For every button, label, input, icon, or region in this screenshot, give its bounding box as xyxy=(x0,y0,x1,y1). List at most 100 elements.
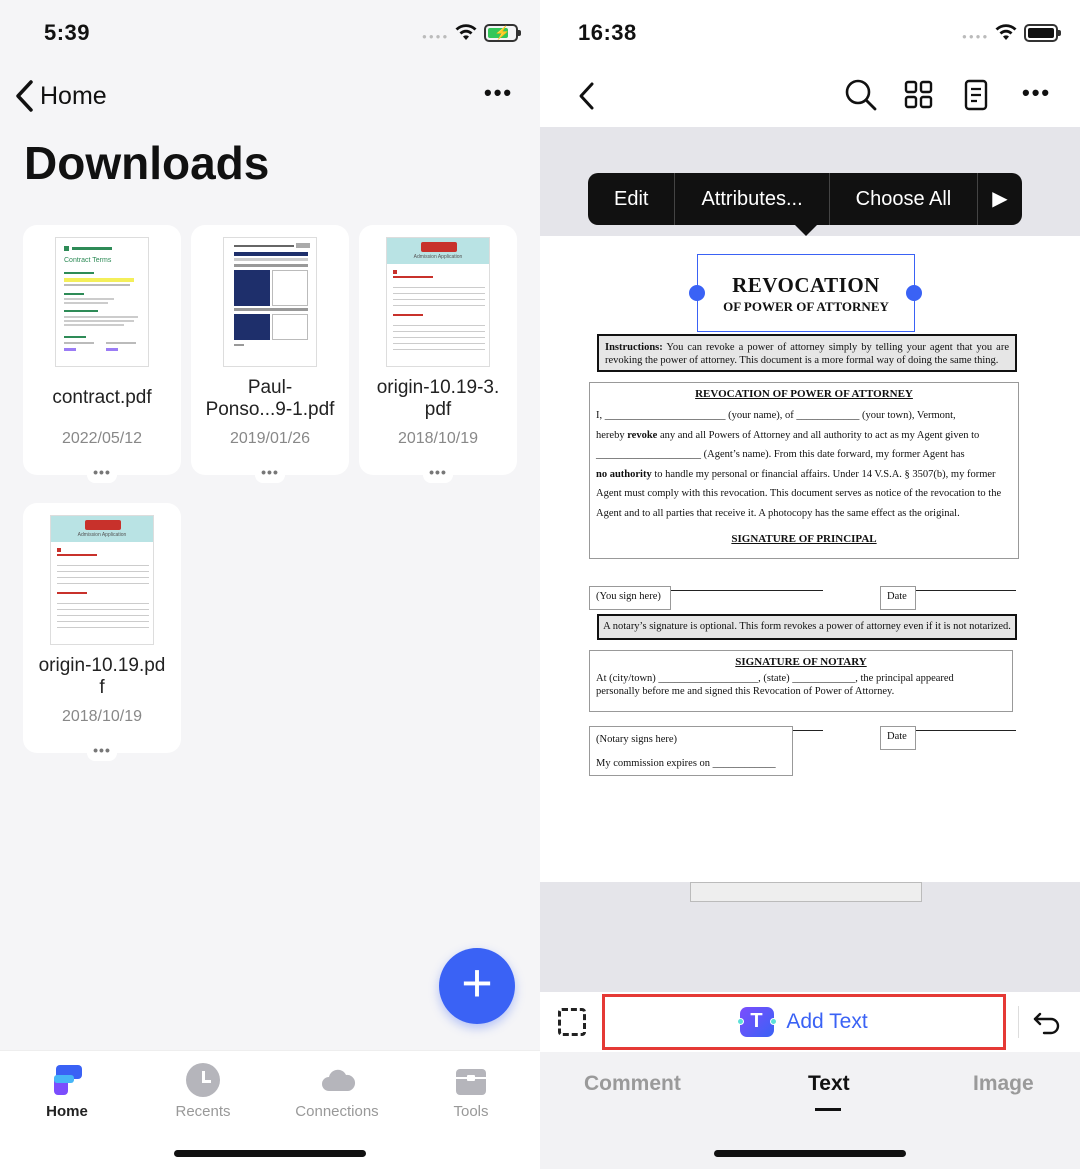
battery-charging-icon: ⚡ xyxy=(484,24,521,42)
file-more-icon[interactable]: ••• xyxy=(23,464,181,483)
context-menu: Edit Attributes... Choose All ▶ xyxy=(588,173,1022,225)
tab-label: Connections xyxy=(295,1103,379,1120)
instructions-label: Instructions: xyxy=(605,342,663,353)
wifi-icon xyxy=(995,24,1017,40)
search-icon[interactable] xyxy=(844,78,878,112)
mode-text[interactable]: Text xyxy=(808,1072,850,1096)
section-title: SIGNATURE OF NOTARY xyxy=(735,656,867,668)
pdf-editor-screen: 16:38 ●●●● ••• REVOCATION OF POWER OF AT… xyxy=(540,0,1080,1169)
add-text-icon: T xyxy=(737,1007,778,1037)
tab-label: Home xyxy=(46,1103,88,1120)
toolbox-icon xyxy=(454,1063,488,1097)
editor-top-bar: 16:38 ●●●● ••• xyxy=(540,0,1080,127)
menu-choose-all[interactable]: Choose All xyxy=(830,173,979,225)
files-screen: 5:39 ●●●● ⚡ Home ••• Downloads Contract … xyxy=(0,0,540,1169)
active-mode-indicator xyxy=(815,1108,841,1111)
document-outline-icon[interactable] xyxy=(959,78,993,112)
pdf-thumbnail: Admission Application xyxy=(386,237,490,367)
file-name: contract.pdf xyxy=(52,387,152,408)
file-date: 2022/05/12 xyxy=(61,430,143,447)
divider xyxy=(1018,1006,1019,1038)
doc-paragraph: At (city/town) ___________________, (sta… xyxy=(596,673,954,684)
add-file-button[interactable]: + xyxy=(439,948,515,1024)
doc-paragraph: no authority to handle my personal or fi… xyxy=(596,468,996,480)
undo-icon[interactable] xyxy=(1032,1008,1062,1036)
file-date: 2018/10/19 xyxy=(61,708,143,725)
file-name: origin-10.19-3. pdf xyxy=(376,377,500,420)
back-home-button[interactable]: Home xyxy=(12,76,107,116)
file-card[interactable]: Admission Application origin-10.19-3. pd… xyxy=(359,225,517,483)
thumb-heading: Contract Terms xyxy=(64,257,112,264)
chevron-left-icon xyxy=(16,80,33,112)
mode-comment[interactable]: Comment xyxy=(584,1072,681,1096)
tab-tools[interactable]: Tools xyxy=(416,1063,526,1120)
commission-label: My commission expires on ____________ xyxy=(596,758,776,769)
doc-paragraph: personally before me and signed this Rev… xyxy=(596,686,895,697)
date-label: Date xyxy=(880,586,916,610)
tab-recents[interactable]: Recents xyxy=(148,1063,258,1120)
file-card[interactable]: Contract Terms contract.pdf 2022/05/12 •… xyxy=(23,225,181,483)
file-more-icon[interactable]: ••• xyxy=(359,464,517,483)
file-date: 2019/01/26 xyxy=(229,430,311,447)
next-page-edge xyxy=(690,882,922,902)
notary-sign-box: (Notary signs here) My commission expire… xyxy=(589,726,793,776)
file-name: Paul- Ponso...9-1.pdf xyxy=(205,377,335,420)
edit-mode-bar: Comment Text Image xyxy=(540,1052,1080,1169)
doc-paragraph: I, _______________________ (your name), … xyxy=(596,410,956,421)
home-indicator xyxy=(174,1150,366,1157)
more-options-icon[interactable]: ••• xyxy=(1022,80,1051,106)
file-more-icon[interactable]: ••• xyxy=(191,464,349,483)
clock-icon xyxy=(186,1063,220,1097)
file-more-icon[interactable]: ••• xyxy=(23,742,181,761)
doc-subtitle: OF POWER OF ATTORNEY xyxy=(723,299,889,314)
revocation-section: REVOCATION OF POWER OF ATTORNEY I, _____… xyxy=(589,382,1019,559)
context-menu-pointer xyxy=(794,224,818,236)
notary-section: SIGNATURE OF NOTARY At (city/town) _____… xyxy=(589,650,1013,712)
menu-attributes[interactable]: Attributes... xyxy=(675,173,830,225)
instructions-text: You can revoke a power of attorney simpl… xyxy=(605,342,1009,366)
file-name: origin-10.19.pd f xyxy=(38,655,166,698)
file-date: 2018/10/19 xyxy=(397,430,479,447)
cellular-signal-icon: ●●●● xyxy=(962,32,990,41)
edit-tool-row: T Add Text xyxy=(540,992,1080,1052)
page-title: Downloads xyxy=(24,137,270,189)
cellular-signal-icon: ●●●● xyxy=(422,32,450,41)
add-text-button[interactable]: T Add Text xyxy=(602,994,1006,1050)
section-title: REVOCATION OF POWER OF ATTORNEY xyxy=(695,388,913,400)
you-sign-label: (You sign here) xyxy=(589,586,671,610)
wifi-icon xyxy=(455,24,477,40)
tab-label: Recents xyxy=(175,1103,231,1120)
battery-icon xyxy=(1024,24,1061,42)
pdf-thumbnail xyxy=(223,237,317,367)
selection-handle-right[interactable] xyxy=(906,285,922,301)
tab-label: Tools xyxy=(453,1103,489,1120)
doc-paragraph: hereby revoke any and all Powers of Atto… xyxy=(596,429,980,441)
plus-icon: + xyxy=(461,953,493,1013)
cloud-icon xyxy=(320,1063,356,1097)
doc-paragraph: ____________________ (Agent’s name). Fro… xyxy=(596,449,965,460)
home-icon xyxy=(50,1063,84,1097)
selected-text-box[interactable]: REVOCATION OF POWER OF ATTORNEY xyxy=(697,254,915,332)
more-options-icon[interactable]: ••• xyxy=(484,80,513,106)
menu-edit[interactable]: Edit xyxy=(588,173,676,225)
pdf-page: REVOCATION OF POWER OF ATTORNEY Instruct… xyxy=(540,236,1080,882)
doc-paragraph: Agent must comply with this revocation. … xyxy=(596,488,1002,499)
status-time: 5:39 xyxy=(44,20,91,45)
doc-paragraph: Agent and to all parties that receive it… xyxy=(596,507,960,519)
file-card[interactable]: Paul- Ponso...9-1.pdf 2019/01/26 ••• xyxy=(191,225,349,483)
file-card[interactable]: Admission Application origin-10.19.pd f … xyxy=(23,503,181,761)
tab-bar: Home Recents Connections Tools xyxy=(0,1050,540,1169)
section-title: SIGNATURE OF PRINCIPAL xyxy=(731,533,877,545)
instructions-box: Instructions: You can revoke a power of … xyxy=(597,334,1017,372)
back-chevron-icon[interactable] xyxy=(574,76,600,116)
marquee-select-icon[interactable] xyxy=(558,1008,586,1036)
status-bar: 5:39 ●●●● ⚡ xyxy=(0,0,540,64)
tab-home[interactable]: Home xyxy=(12,1063,122,1120)
pdf-thumbnail: Contract Terms xyxy=(55,237,149,367)
menu-more-arrow-icon[interactable]: ▶ xyxy=(978,173,1021,225)
selection-handle-left[interactable] xyxy=(689,285,705,301)
mode-image[interactable]: Image xyxy=(973,1072,1034,1096)
thumb-header: Admission Application xyxy=(413,254,463,260)
tab-connections[interactable]: Connections xyxy=(282,1063,392,1120)
grid-view-icon[interactable] xyxy=(902,78,936,112)
